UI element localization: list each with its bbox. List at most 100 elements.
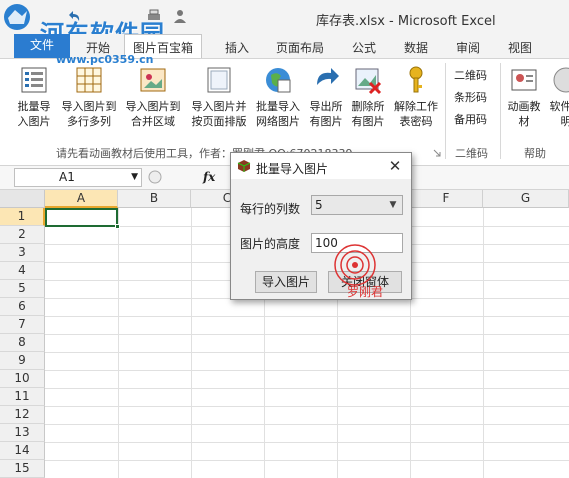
grid-line	[45, 442, 569, 443]
import-merged-area-label: 导入图片到合并区域	[125, 100, 181, 128]
tab-view[interactable]: 视图	[508, 39, 532, 56]
insert-function-icon[interactable]: fx	[203, 170, 215, 184]
import-merged-area-button[interactable]: 导入图片到合并区域	[122, 65, 184, 129]
animation-tutorial-button[interactable]: 动画教材	[506, 65, 542, 129]
grid-line	[45, 352, 569, 353]
row-header-5[interactable]: 5	[0, 280, 45, 298]
row-header-3[interactable]: 3	[0, 244, 45, 262]
grid-line	[45, 370, 569, 371]
name-box-value: A1	[59, 170, 75, 184]
unlock-sheet-button[interactable]: 解除工作表密码	[390, 65, 442, 129]
grid-line	[45, 388, 569, 389]
column-header-b[interactable]: B	[118, 190, 191, 208]
grid-line	[45, 406, 569, 407]
name-box[interactable]: A1 ▼	[14, 168, 142, 187]
help-doc-icon	[553, 67, 569, 93]
import-page-layout-button[interactable]: 导入图片并按页面排版	[188, 65, 250, 129]
import-multi-row-col-label: 导入图片到多行多列	[61, 100, 117, 128]
batch-import-label: 批量导入图片	[17, 100, 51, 128]
import-page-layout-label: 导入图片并按页面排版	[191, 100, 247, 128]
column-header-f[interactable]: F	[410, 190, 483, 208]
row-header-14[interactable]: 14	[0, 442, 45, 460]
dialog-launcher-icon[interactable]	[433, 149, 441, 157]
user-icon[interactable]	[172, 8, 188, 24]
picture-card-icon	[140, 68, 166, 92]
animation-tutorial-icon	[511, 69, 537, 91]
delete-all-images-button[interactable]: 删除所有图片	[348, 65, 388, 129]
grid-icon	[76, 67, 102, 93]
help-group-label: 帮助	[524, 147, 546, 160]
barcode-group-label: 二维码	[455, 147, 488, 160]
grid-line	[45, 424, 569, 425]
window-title: 库存表.xlsx - Microsoft Excel	[316, 14, 496, 29]
columns-per-row-select[interactable]: 5 ▼	[311, 195, 403, 215]
row-header-7[interactable]: 7	[0, 316, 45, 334]
row-header-9[interactable]: 9	[0, 352, 45, 370]
list-icon	[21, 67, 47, 93]
title-bar: 河东软件园 库存表.xlsx - Microsoft Excel	[0, 0, 569, 48]
row-header-1[interactable]: 1	[0, 208, 45, 226]
batch-import-button[interactable]: 批量导入图片	[14, 65, 54, 129]
help-doc-button[interactable]: 软件说明	[548, 65, 569, 129]
column-header-a[interactable]: A	[45, 190, 118, 208]
tab-formulas[interactable]: 公式	[352, 39, 376, 56]
qr-code-item[interactable]: 二维码	[454, 67, 487, 83]
columns-per-row-value: 5	[315, 198, 323, 212]
app-cube-icon	[237, 160, 251, 172]
tab-review[interactable]: 审阅	[456, 39, 480, 56]
grid-line	[45, 316, 569, 317]
grid-line	[483, 208, 484, 478]
row-header-6[interactable]: 6	[0, 298, 45, 316]
excel-logo-icon	[4, 4, 30, 30]
backup-code-item[interactable]: 备用码	[454, 111, 487, 127]
row-header-11[interactable]: 11	[0, 388, 45, 406]
chevron-down-icon: ▼	[389, 200, 397, 210]
page-icon	[207, 67, 231, 93]
grid-line	[45, 334, 569, 335]
row-header-13[interactable]: 13	[0, 424, 45, 442]
ribbon-panel: www.pc0359.cn 批量导入图片 导入图片到多行多列 导入图片到合并区域…	[0, 53, 569, 166]
row-header-12[interactable]: 12	[0, 406, 45, 424]
grid-line	[118, 208, 119, 478]
delete-all-images-label: 删除所有图片	[351, 100, 385, 128]
active-cell-a1[interactable]	[45, 208, 118, 227]
barcode-item[interactable]: 条形码	[454, 89, 487, 105]
key-icon	[409, 66, 423, 93]
group-separator	[445, 63, 446, 159]
import-images-button[interactable]: 导入图片	[255, 271, 317, 293]
author-annotation: 罗刚君	[347, 285, 384, 299]
animation-tutorial-label: 动画教材	[507, 100, 541, 128]
batch-import-web-button[interactable]: 批量导入网络图片	[253, 65, 303, 129]
fill-handle[interactable]	[115, 224, 120, 229]
dialog-title: 批量导入图片	[256, 162, 329, 176]
batch-import-dialog: 批量导入图片 ✕ 每行的列数 5 ▼ 图片的高度 100 导入图片 关闭窗体 罗…	[230, 152, 412, 300]
formula-bar-toggle-icon[interactable]	[148, 170, 162, 184]
row-header-10[interactable]: 10	[0, 370, 45, 388]
tab-insert[interactable]: 插入	[225, 39, 249, 56]
batch-import-web-label: 批量导入网络图片	[256, 100, 300, 128]
group-separator	[500, 63, 501, 159]
row-header-15[interactable]: 15	[0, 460, 45, 478]
export-all-images-label: 导出所有图片	[309, 100, 343, 128]
grid-line	[191, 208, 192, 478]
tab-page-layout[interactable]: 页面布局	[276, 39, 324, 56]
column-header-g[interactable]: G	[483, 190, 569, 208]
grid-line	[45, 460, 569, 461]
click-indicator-icon	[334, 244, 376, 286]
globe-icon	[266, 68, 291, 93]
export-all-images-button[interactable]: 导出所有图片	[306, 65, 346, 129]
tab-data[interactable]: 数据	[404, 39, 428, 56]
row-header-4[interactable]: 4	[0, 262, 45, 280]
delete-image-icon	[355, 68, 382, 95]
help-doc-label: 软件说明	[549, 100, 569, 128]
excel-window: 河东软件园 库存表.xlsx - Microsoft Excel 文件 开始 图…	[0, 0, 569, 478]
select-all-corner[interactable]	[0, 190, 45, 208]
close-icon[interactable]: ✕	[385, 157, 405, 175]
row-header-2[interactable]: 2	[0, 226, 45, 244]
export-arrow-icon	[317, 68, 339, 85]
chevron-down-icon[interactable]: ▼	[131, 169, 138, 186]
dialog-title-bar: 批量导入图片 ✕	[231, 153, 411, 179]
unlock-sheet-label: 解除工作表密码	[394, 100, 438, 128]
import-multi-row-col-button[interactable]: 导入图片到多行多列	[58, 65, 120, 129]
row-header-8[interactable]: 8	[0, 334, 45, 352]
